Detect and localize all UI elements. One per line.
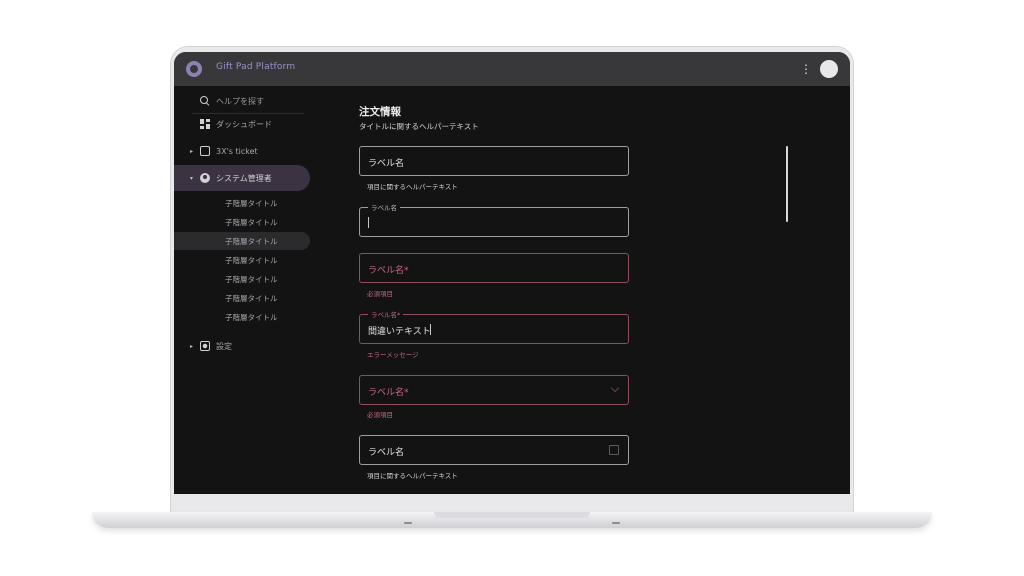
field-value: 間違いテキスト <box>368 327 431 337</box>
sidebar-subitem-label: 子階層タイトル <box>225 255 278 265</box>
sidebar-subitem[interactable]: 子階層タイトル <box>174 251 310 269</box>
page-title: 注文情報 <box>359 106 401 118</box>
text-field[interactable]: ラベル名 <box>359 146 629 176</box>
sidebar-subitem[interactable]: 子階層タイトル <box>174 289 310 307</box>
sidebar-item-label: ダッシュボード <box>216 119 272 129</box>
field-value: ラベル名 <box>368 448 405 458</box>
laptop-notch <box>434 512 590 518</box>
date-field[interactable]: ラベル名 <box>359 435 629 465</box>
more-options-icon[interactable]: ⋮ <box>800 62 812 76</box>
required-select-field[interactable]: ラベル名* <box>359 375 629 405</box>
search-icon <box>200 96 210 106</box>
sidebar-subitem[interactable]: 子階層タイトル <box>174 270 310 288</box>
field-placeholder: ラベル名* <box>368 388 409 398</box>
required-text-field[interactable]: ラベル名* <box>359 253 629 283</box>
sidebar-item-admin[interactable]: ▾ システム管理者 <box>174 165 310 191</box>
helper-text: 項目に関するヘルパーテキスト <box>367 183 458 191</box>
error-helper-text: 必須項目 <box>367 411 393 419</box>
error-helper-text: エラーメッセージ <box>367 351 419 359</box>
text-cursor <box>368 217 369 228</box>
avatar[interactable] <box>820 60 838 78</box>
field-placeholder: ラベル名* <box>368 266 409 276</box>
field-value: ラベル名 <box>368 159 405 169</box>
sidebar-subitem[interactable]: 子階層タイトル <box>174 213 310 231</box>
sidebar-item-label: システム管理者 <box>216 173 272 183</box>
error-helper-text: 必須項目 <box>367 290 393 298</box>
sidebar-subitem-label: 子階層タイトル <box>225 274 278 284</box>
sidebar-subitem-label: 子階層タイトル <box>225 217 278 227</box>
chevron-down-icon[interactable] <box>610 383 620 393</box>
caret-down-icon: ▾ <box>190 174 194 182</box>
logo-icon[interactable] <box>186 61 202 77</box>
help-search[interactable]: ヘルプを探す <box>200 94 310 108</box>
sidebar-item-label: 設定 <box>216 341 232 351</box>
page-subtitle: タイトルに関するヘルパーテキスト <box>359 122 479 131</box>
sidebar-subitem-label: 子階層タイトル <box>225 293 278 303</box>
admin-icon <box>200 173 210 183</box>
sidebar-item-label: 3X's ticket <box>216 146 258 156</box>
order-form: 注文情報 タイトルに関するヘルパーテキスト ラベル名 項目に関するヘルパーテキス… <box>359 86 779 494</box>
text-field-focused[interactable]: ラベル名 <box>359 202 629 237</box>
laptop-foot <box>612 522 620 524</box>
sidebar-item-dashboard[interactable]: ダッシュボード <box>174 111 310 137</box>
sidebar-item-ticket[interactable]: ▸ 3X's ticket <box>174 138 310 164</box>
sidebar-subitem-label: 子階層タイトル <box>225 312 278 322</box>
caret-right-icon: ▸ <box>190 147 194 155</box>
app-title: Gift Pad Platform <box>216 62 296 72</box>
sidebar-subitem[interactable]: 子階層タイトル <box>174 194 310 212</box>
calendar-icon[interactable] <box>609 445 619 455</box>
helper-text: 項目に関するヘルパーテキスト <box>367 472 458 480</box>
sidebar-item-settings[interactable]: ▸ 設定 <box>174 333 310 359</box>
sidebar-subitem-selected[interactable]: 子階層タイトル <box>174 232 310 250</box>
help-search-label: ヘルプを探す <box>216 96 264 106</box>
app-screen: Gift Pad Platform ⋮ ヘルプを探す ダッシュボード ▸ 3X'… <box>174 52 850 494</box>
floating-label: ラベル名* <box>368 309 404 319</box>
error-text-field[interactable]: ラベル名* 間違いテキスト <box>359 309 629 344</box>
caret-right-icon: ▸ <box>190 342 194 350</box>
sidebar-subitem[interactable]: 子階層タイトル <box>174 308 310 326</box>
sidebar: ヘルプを探す ダッシュボード ▸ 3X's ticket ▾ システム管理者 子… <box>174 86 314 494</box>
app-bar: Gift Pad Platform ⋮ <box>174 52 850 86</box>
floating-label: ラベル名 <box>368 202 400 212</box>
sidebar-subitem-label: 子階層タイトル <box>225 198 278 208</box>
sidebar-subitem-label: 子階層タイトル <box>225 236 278 246</box>
text-cursor <box>430 324 431 335</box>
ticket-icon <box>200 146 210 156</box>
laptop-foot <box>404 522 412 524</box>
settings-icon <box>200 341 210 351</box>
dashboard-icon <box>200 119 210 129</box>
scrollbar[interactable] <box>786 146 788 222</box>
